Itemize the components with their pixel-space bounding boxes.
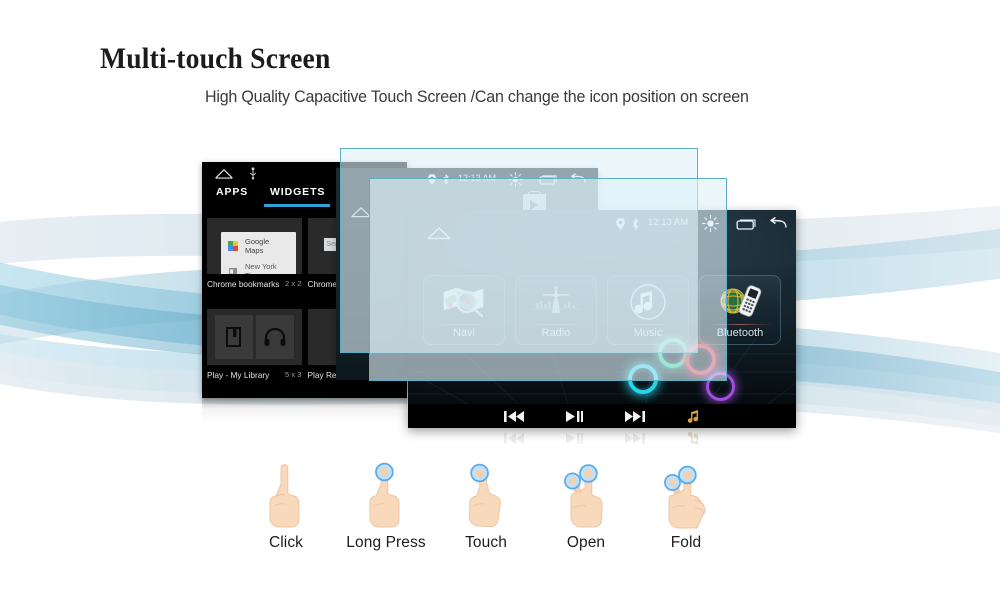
back-icon[interactable]: [768, 217, 788, 230]
page-root: Multi-touch Screen High Quality Capaciti…: [0, 0, 1000, 600]
library-books-half: [215, 314, 253, 359]
hand-fold-pinch-icon: [636, 462, 736, 534]
gesture-click: Click: [236, 462, 336, 572]
library-music-half: [255, 314, 294, 359]
widgets-screen-reflection: [202, 398, 407, 428]
widget-caption: Chrome bookmarks 2 x 2: [207, 279, 302, 289]
page-subtitle: High Quality Capacitive Touch Screen /Ca…: [205, 88, 749, 106]
music-note-icon[interactable]: [687, 409, 701, 423]
gesture-label: Touch: [465, 534, 507, 551]
gesture-long-press: Long Press: [336, 462, 436, 572]
recents-icon[interactable]: [736, 218, 756, 230]
tab-widgets[interactable]: WIDGETS: [270, 186, 325, 198]
bookmark-row: Google Maps: [228, 237, 289, 255]
widget-preview-play-library: [207, 308, 302, 365]
book-icon: [226, 326, 242, 347]
bookmark-label: New York Times: [245, 262, 277, 274]
glass-panel-front: [369, 178, 727, 381]
widget-cell[interactable]: Play - My Library 5 x 3: [207, 308, 302, 394]
library-split: [215, 314, 294, 359]
play-pause-icon[interactable]: [565, 410, 583, 423]
hand-touch-icon: [436, 462, 536, 534]
next-track-icon[interactable]: [624, 410, 645, 423]
widget-size: 5 x 3: [285, 369, 302, 379]
widget-cell[interactable]: Google Maps New York Times: [207, 218, 302, 304]
home-icon[interactable]: [214, 168, 234, 179]
gesture-fold: Fold: [636, 462, 736, 572]
newspaper-icon: [229, 268, 237, 274]
tab-active-indicator: [264, 204, 330, 207]
widget-name: Chrome bookmarks: [207, 279, 280, 289]
prev-track-icon[interactable]: [503, 410, 524, 423]
gesture-label: Open: [566, 534, 606, 551]
bookmark-row: New York Times: [228, 262, 289, 274]
page-title: Multi-touch Screen: [100, 42, 331, 75]
widget-preview-chrome-bookmarks: Google Maps New York Times: [207, 218, 302, 274]
bookmarks-card: Google Maps New York Times: [221, 232, 296, 274]
hand-click-icon: [236, 462, 336, 534]
hand-long-press-icon: [336, 462, 436, 534]
bookmark-label: Google Maps: [245, 237, 270, 255]
gesture-touch: Touch: [436, 462, 536, 572]
gesture-legend: Click Long Press Touch Open Fold: [236, 462, 736, 572]
tab-apps[interactable]: APPS: [216, 186, 248, 198]
google-maps-icon: [228, 241, 238, 251]
usb-icon: [249, 167, 257, 180]
headphones-icon: [264, 327, 286, 346]
hand-open-pinch-icon: [536, 462, 636, 534]
gesture-label: Fold: [670, 534, 702, 551]
widget-name: Play - My Library: [207, 369, 270, 380]
gesture-label: Click: [268, 534, 304, 551]
gesture-label: Long Press: [346, 534, 426, 551]
widget-caption: Play - My Library 5 x 3: [207, 370, 302, 380]
gesture-open: Open: [536, 462, 636, 572]
media-control-bar: [408, 404, 796, 428]
widget-size: 2 x 2: [285, 279, 302, 288]
